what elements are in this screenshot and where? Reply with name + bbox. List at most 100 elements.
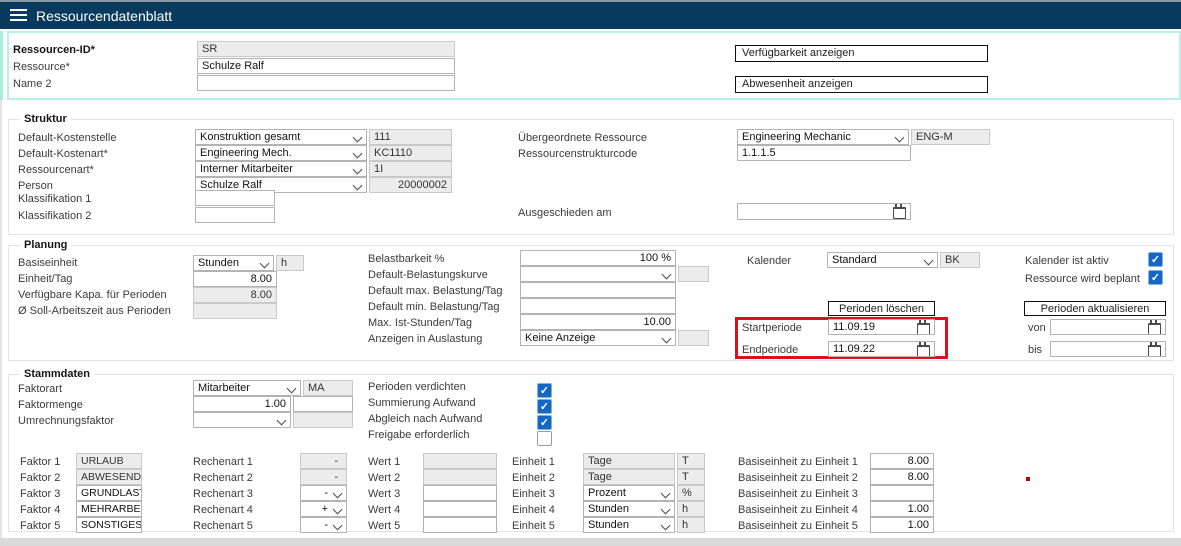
rechenart3-label: Rechenart 3 bbox=[193, 488, 253, 500]
einheit4-select[interactable]: Stunden bbox=[583, 501, 675, 517]
min-bel-field[interactable] bbox=[520, 298, 676, 314]
red-annotation-dot bbox=[1026, 477, 1030, 481]
ausgeschieden-date-field[interactable] bbox=[737, 203, 911, 220]
basis4-label: Basiseinheit zu Einheit 4 bbox=[738, 504, 858, 516]
hamburger-menu-icon[interactable] bbox=[10, 9, 27, 24]
resource-id-field: SR bbox=[197, 41, 455, 57]
ausgeschieden-label: Ausgeschieden am bbox=[518, 207, 612, 219]
auslastung-select[interactable]: Keine Anzeige bbox=[520, 330, 676, 346]
klassifikation1-field[interactable] bbox=[195, 190, 275, 206]
von-date-field[interactable] bbox=[1050, 319, 1166, 335]
kurve-select[interactable] bbox=[520, 266, 676, 282]
beplant-checkbox[interactable] bbox=[1148, 270, 1163, 285]
uebergeordnete-label: Übergeordnete Ressource bbox=[518, 132, 647, 144]
strukturcode-field[interactable]: 1.1.1.5 bbox=[737, 145, 911, 161]
rechenart4-select[interactable]: + bbox=[300, 501, 347, 517]
chevron-down-icon bbox=[662, 270, 672, 280]
faktor5-field[interactable]: SONSTIGES bbox=[76, 517, 142, 533]
abgleich-aufwand-checkbox[interactable] bbox=[537, 415, 552, 430]
rechenart3-select[interactable]: - bbox=[300, 485, 347, 501]
faktor3-field[interactable]: GRUNDLAST bbox=[76, 485, 142, 501]
max-ist-field[interactable]: 10.00 bbox=[520, 314, 676, 330]
wert4-field[interactable] bbox=[423, 501, 497, 517]
calendar-icon[interactable] bbox=[1148, 345, 1161, 357]
faktormenge-label: Faktormenge bbox=[18, 399, 83, 411]
klassifikation2-field[interactable] bbox=[195, 207, 275, 223]
soll-field bbox=[193, 303, 277, 319]
einheit-tag-label: Einheit/Tag bbox=[18, 273, 72, 285]
resource-field[interactable]: Schulze Ralf bbox=[197, 58, 455, 74]
max-bel-field[interactable] bbox=[520, 282, 676, 298]
rechenart2-label: Rechenart 2 bbox=[193, 472, 253, 484]
von-label: von bbox=[1028, 322, 1046, 334]
kostenart-select[interactable]: Engineering Mech. bbox=[195, 145, 367, 161]
basis3-field[interactable] bbox=[870, 485, 934, 501]
kalender-code-field: BK bbox=[940, 252, 980, 268]
chevron-down-icon bbox=[277, 416, 287, 426]
einheit5-select[interactable]: Stunden bbox=[583, 517, 675, 533]
resource-id-label: Ressourcen-ID* bbox=[13, 44, 95, 56]
kurve-code-field bbox=[678, 266, 709, 282]
wert5-field[interactable] bbox=[423, 517, 497, 533]
absence-button[interactable]: Abwesenheit anzeigen bbox=[735, 76, 988, 93]
chevron-down-icon bbox=[924, 256, 934, 266]
faktorart-code-field: MA bbox=[303, 380, 353, 396]
faktormenge-extra-field[interactable] bbox=[293, 396, 353, 412]
basiseinheit-unit-field: h bbox=[276, 255, 304, 271]
perioden-loeschen-button[interactable]: Perioden löschen bbox=[828, 301, 935, 316]
belastbarkeit-field[interactable]: 100 % bbox=[520, 250, 676, 266]
basis2-field[interactable]: 8.00 bbox=[870, 469, 934, 485]
klassifikation1-label: Klassifikation 1 bbox=[18, 193, 91, 205]
belastbarkeit-label: Belastbarkeit % bbox=[368, 253, 444, 265]
startperiode-date-field[interactable]: 11.09.19 bbox=[828, 319, 935, 335]
summierung-aufwand-label: Summierung Aufwand bbox=[368, 397, 476, 409]
basis1-field[interactable]: 8.00 bbox=[870, 453, 934, 469]
calendar-icon[interactable] bbox=[893, 207, 906, 219]
wert5-label: Wert 5 bbox=[368, 520, 400, 532]
basiseinheit-select[interactable]: Stunden bbox=[193, 255, 274, 271]
rechenart5-select[interactable]: - bbox=[300, 517, 347, 533]
window-left-edge bbox=[0, 100, 2, 538]
calendar-icon[interactable] bbox=[1148, 323, 1161, 335]
faktor1-field: URLAUB bbox=[76, 453, 142, 469]
freigabe-checkbox[interactable] bbox=[537, 431, 552, 446]
calendar-icon[interactable] bbox=[917, 345, 930, 357]
wert3-field[interactable] bbox=[423, 485, 497, 501]
bis-date-field[interactable] bbox=[1050, 341, 1166, 357]
endperiode-label: Endperiode bbox=[742, 344, 798, 356]
faktor2-field: ABWESEND bbox=[76, 469, 142, 485]
uebergeordnete-select[interactable]: Engineering Mechanic bbox=[737, 129, 909, 145]
einheit3-select[interactable]: Prozent bbox=[583, 485, 675, 501]
umrechnung-label: Umrechnungsfaktor bbox=[18, 415, 114, 427]
perioden-aktualisieren-button[interactable]: Perioden aktualisieren bbox=[1024, 301, 1166, 316]
faktor2-label: Faktor 2 bbox=[20, 472, 60, 484]
wert2-field bbox=[423, 469, 497, 485]
basis5-field[interactable]: 1.00 bbox=[870, 517, 934, 533]
page-title: Ressourcendatenblatt bbox=[36, 8, 172, 24]
perioden-verdichten-checkbox[interactable] bbox=[537, 383, 552, 398]
chevron-down-icon bbox=[333, 505, 343, 515]
calendar-icon[interactable] bbox=[917, 323, 930, 335]
faktorart-select[interactable]: Mitarbeiter bbox=[193, 380, 301, 396]
basis4-field[interactable]: 1.00 bbox=[870, 501, 934, 517]
name2-field[interactable] bbox=[197, 75, 455, 91]
header-bar bbox=[0, 2, 1181, 29]
endperiode-date-field[interactable]: 11.09.22 bbox=[828, 341, 935, 357]
kostenstelle-select[interactable]: Konstruktion gesamt bbox=[195, 129, 367, 145]
kalender-aktiv-checkbox[interactable] bbox=[1148, 252, 1163, 267]
faktor4-field[interactable]: MEHRARBEIT bbox=[76, 501, 142, 517]
chevron-down-icon bbox=[333, 521, 343, 531]
umrechnung-select[interactable] bbox=[193, 412, 291, 428]
wert3-label: Wert 3 bbox=[368, 488, 400, 500]
kalender-select[interactable]: Standard bbox=[827, 252, 938, 268]
kostenstelle-label: Default-Kostenstelle bbox=[18, 132, 116, 144]
ressourcenart-select[interactable]: Interner Mitarbeiter bbox=[195, 161, 367, 177]
chevron-down-icon bbox=[353, 133, 363, 143]
summierung-aufwand-checkbox[interactable] bbox=[537, 399, 552, 414]
einheit-tag-field[interactable]: 8.00 bbox=[193, 271, 277, 287]
einheit3-label: Einheit 3 bbox=[512, 488, 555, 500]
einheit3-unit-field: % bbox=[677, 485, 705, 501]
faktormenge-field[interactable]: 1.00 bbox=[193, 396, 291, 412]
availability-button[interactable]: Verfügbarkeit anzeigen bbox=[735, 45, 988, 62]
faktor3-label: Faktor 3 bbox=[20, 488, 60, 500]
